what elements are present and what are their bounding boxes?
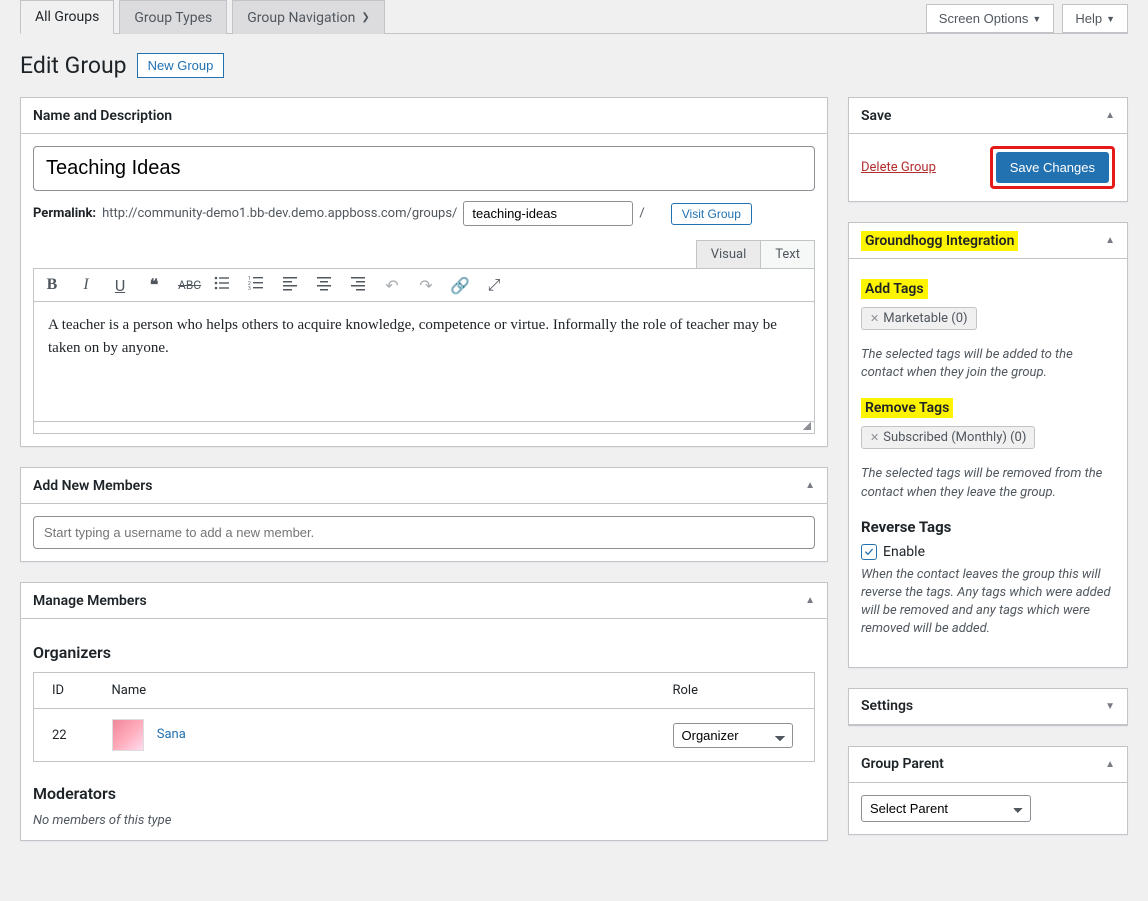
- editor-text: A teacher is a person who helps others t…: [48, 314, 800, 359]
- editor-tab-visual[interactable]: Visual: [696, 240, 762, 268]
- table-row: 22 Sana Organizer: [34, 709, 815, 762]
- remove-tags-heading: Remove Tags: [861, 398, 1115, 418]
- manage-members-heading: Manage Members: [33, 593, 147, 609]
- editor-tab-text[interactable]: Text: [760, 240, 815, 268]
- organizers-table: ID Name Role 22 Sana: [33, 672, 815, 762]
- moderators-heading: Moderators: [33, 784, 815, 803]
- save-box: Save ▲ Delete Group Save Changes: [848, 97, 1128, 202]
- col-id: ID: [34, 673, 94, 709]
- parent-select[interactable]: Select Parent: [861, 795, 1031, 822]
- save-changes-button[interactable]: Save Changes: [996, 152, 1109, 183]
- enable-label: Enable: [883, 544, 925, 560]
- add-members-box: Add New Members ▲: [20, 467, 828, 562]
- tab-group-navigation-label: Group Navigation: [247, 10, 355, 26]
- col-name: Name: [94, 673, 655, 709]
- name-description-box: Name and Description Permalink: http://c…: [20, 97, 828, 447]
- help-label: Help: [1075, 11, 1102, 26]
- groundhogg-heading: Groundhogg Integration: [861, 231, 1018, 251]
- chevron-right-icon: ❯: [361, 12, 369, 23]
- italic-icon[interactable]: I: [76, 276, 96, 294]
- groundhogg-box: Groundhogg Integration ▲ Add Tags ✕ Mark…: [848, 222, 1128, 668]
- collapse-icon[interactable]: ▲: [805, 595, 815, 606]
- numbered-list-icon[interactable]: 123: [246, 275, 266, 295]
- redo-icon[interactable]: ↷: [416, 276, 436, 295]
- link-icon[interactable]: 🔗: [450, 276, 470, 295]
- member-id: 22: [34, 709, 94, 762]
- save-heading: Save: [861, 108, 891, 124]
- permalink-slash: /: [639, 206, 644, 221]
- strikethrough-icon[interactable]: ABC: [178, 278, 198, 292]
- tab-group-navigation[interactable]: Group Navigation ❯: [232, 0, 384, 34]
- screen-options-label: Screen Options: [939, 11, 1029, 26]
- tag-label: Marketable (0): [883, 311, 967, 326]
- tag-subscribed-monthly[interactable]: ✕ Subscribed (Monthly) (0): [861, 426, 1035, 449]
- editor-content-area[interactable]: A teacher is a person who helps others t…: [33, 302, 815, 422]
- align-right-icon[interactable]: [348, 275, 368, 295]
- align-left-icon[interactable]: [280, 275, 300, 295]
- blockquote-icon[interactable]: ❝: [144, 275, 164, 295]
- slug-input[interactable]: [463, 201, 633, 226]
- organizers-heading: Organizers: [33, 643, 815, 662]
- remove-tags-note: The selected tags will be removed from t…: [861, 465, 1115, 501]
- tag-marketable[interactable]: ✕ Marketable (0): [861, 307, 977, 330]
- reverse-tags-enable[interactable]: ✓ Enable: [861, 544, 1115, 560]
- caret-down-icon: ▼: [1032, 14, 1041, 24]
- group-parent-heading: Group Parent: [861, 756, 944, 772]
- svg-text:3: 3: [248, 286, 251, 291]
- collapse-icon[interactable]: ▲: [1105, 759, 1115, 770]
- help-button[interactable]: Help ▼: [1062, 4, 1128, 33]
- col-role: Role: [655, 673, 815, 709]
- visit-group-button[interactable]: Visit Group: [671, 203, 752, 225]
- group-title-input[interactable]: [33, 146, 815, 191]
- new-group-button[interactable]: New Group: [137, 53, 225, 78]
- screen-options-button[interactable]: Screen Options ▼: [926, 4, 1055, 33]
- add-member-input[interactable]: [33, 516, 815, 549]
- no-moderators-note: No members of this type: [33, 813, 815, 828]
- group-parent-box: Group Parent ▲ Select Parent: [848, 746, 1128, 835]
- bullet-list-icon[interactable]: [212, 275, 232, 295]
- collapse-icon[interactable]: ▲: [1105, 235, 1115, 246]
- add-tags-heading: Add Tags: [861, 279, 1115, 299]
- align-center-icon[interactable]: [314, 275, 334, 295]
- remove-tag-icon[interactable]: ✕: [870, 312, 879, 325]
- fullscreen-icon[interactable]: ⤢: [484, 275, 504, 295]
- add-tags-note: The selected tags will be added to the c…: [861, 346, 1115, 382]
- underline-icon[interactable]: U: [110, 276, 130, 295]
- avatar: [112, 719, 144, 751]
- remove-tag-icon[interactable]: ✕: [870, 431, 879, 444]
- collapse-icon[interactable]: ▲: [805, 480, 815, 491]
- manage-members-box: Manage Members ▲ Organizers ID Name Role: [20, 582, 828, 841]
- save-highlight: Save Changes: [990, 146, 1115, 189]
- permalink-row: Permalink: http://community-demo1.bb-dev…: [33, 201, 815, 226]
- reverse-tags-note: When the contact leaves the group this w…: [861, 566, 1115, 639]
- editor-toolbar: B I U ❝ ABC 123: [33, 268, 815, 302]
- editor-mode-tabs: Visual Text: [33, 240, 815, 268]
- tab-all-groups[interactable]: All Groups: [20, 0, 114, 34]
- settings-box: Settings ▼: [848, 688, 1128, 726]
- expand-icon[interactable]: ▼: [1105, 701, 1115, 712]
- checkbox-checked-icon: ✓: [861, 544, 877, 560]
- undo-icon[interactable]: ↶: [382, 276, 402, 295]
- delete-group-link[interactable]: Delete Group: [861, 160, 936, 175]
- member-name-link[interactable]: Sana: [157, 727, 186, 742]
- settings-heading: Settings: [861, 698, 913, 714]
- permalink-base: http://community-demo1.bb-dev.demo.appbo…: [102, 206, 457, 221]
- permalink-label: Permalink:: [33, 206, 96, 221]
- collapse-icon[interactable]: ▲: [1105, 110, 1115, 121]
- caret-down-icon: ▼: [1106, 14, 1115, 24]
- page-title: Edit Group: [20, 52, 127, 79]
- editor-resize-handle[interactable]: [33, 422, 815, 434]
- tab-group-types[interactable]: Group Types: [119, 0, 227, 34]
- role-select[interactable]: Organizer: [673, 723, 793, 748]
- add-members-heading: Add New Members: [33, 478, 152, 494]
- name-description-heading: Name and Description: [33, 108, 172, 124]
- bold-icon[interactable]: B: [42, 276, 62, 294]
- tag-label: Subscribed (Monthly) (0): [883, 430, 1026, 445]
- reverse-tags-heading: Reverse Tags: [861, 518, 1115, 536]
